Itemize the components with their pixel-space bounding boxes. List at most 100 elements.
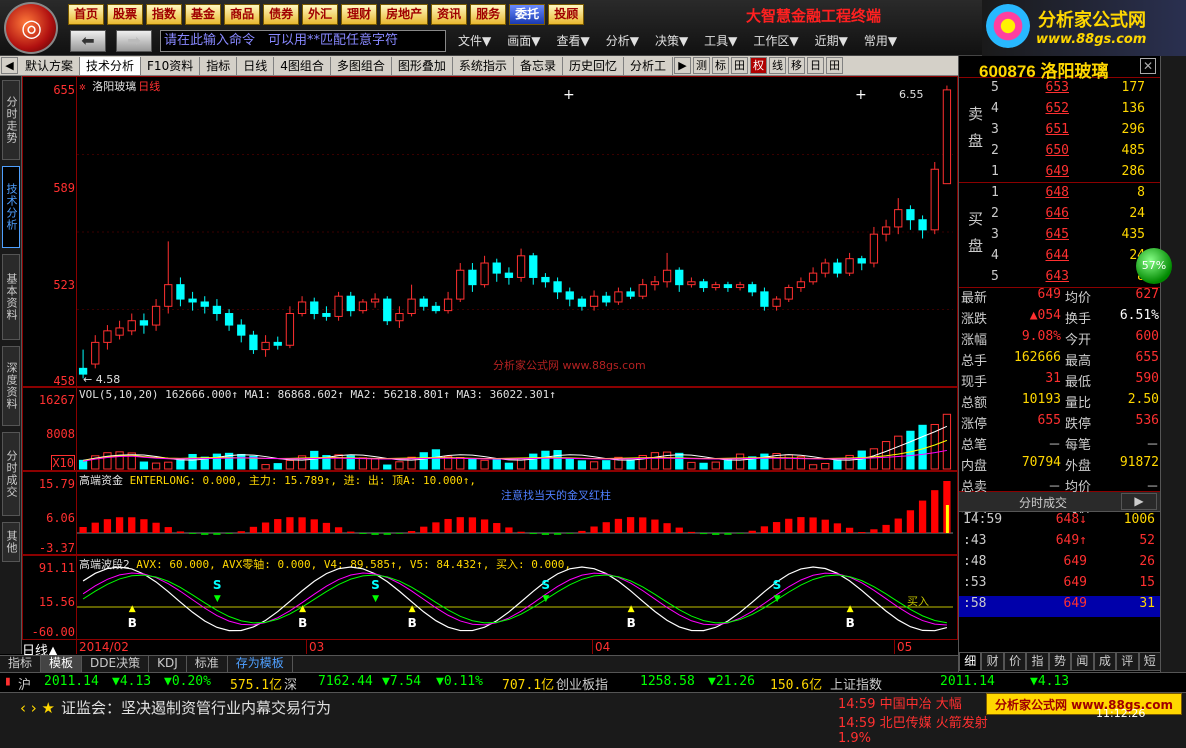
toolbar-item[interactable]: 备忘录 bbox=[514, 56, 563, 75]
tick-row[interactable]: :43 649↑ 52 bbox=[959, 533, 1160, 554]
nav-button[interactable]: 股票 bbox=[107, 4, 144, 25]
nav-button[interactable]: 房地产 bbox=[380, 4, 429, 25]
nav-button[interactable]: 资讯 bbox=[431, 4, 468, 25]
fund-plot[interactable] bbox=[77, 471, 957, 555]
wave-plot[interactable]: B ▲ B ▲ B ▲ B ▲ B ▲ S ▼ S ▼ S ▼ S ▼ bbox=[77, 555, 957, 639]
toolbar-item[interactable]: 多图组合 bbox=[331, 56, 392, 75]
nav-button[interactable]: 债券 bbox=[263, 4, 300, 25]
toolbar-icon[interactable]: 测 bbox=[692, 57, 710, 74]
toolbar-icon[interactable]: 日 bbox=[806, 57, 824, 74]
toolbar-item[interactable]: 默认方案 bbox=[19, 56, 81, 75]
menu-item[interactable]: 工具▼ bbox=[696, 32, 745, 49]
order-price[interactable]: 648 bbox=[1019, 185, 1069, 200]
menu-item[interactable]: 分析▼ bbox=[598, 32, 647, 49]
tick-row[interactable]: 14:59 648↓ 1006 bbox=[959, 512, 1160, 533]
toolbar-item[interactable]: 系统指示 bbox=[453, 56, 514, 75]
toolbar-icon[interactable]: 标 bbox=[711, 57, 729, 74]
menu-item[interactable]: 画面▼ bbox=[499, 32, 548, 49]
order-price[interactable]: 650 bbox=[1019, 143, 1069, 158]
right-scrollbar[interactable] bbox=[1160, 56, 1186, 676]
right-tab[interactable]: 短 bbox=[1138, 652, 1161, 671]
toolbar-item[interactable]: 4图组合 bbox=[274, 56, 331, 75]
right-tab[interactable]: 价 bbox=[1003, 652, 1027, 671]
left-tab[interactable]: 分时走势 bbox=[2, 80, 20, 160]
alert-item[interactable]: 14:59 北巴传媒 火箭发射 1.9% bbox=[838, 712, 1018, 746]
right-tab[interactable]: 势 bbox=[1048, 652, 1072, 671]
nav-button[interactable]: 委托 bbox=[509, 4, 546, 25]
forward-button[interactable]: ➡ bbox=[116, 30, 152, 52]
toolbar-item[interactable]: 历史回忆 bbox=[563, 56, 624, 75]
fund-pane[interactable]: 15.79 6.06 -3.37 高端资金 ENTERLONG: 0.000, … bbox=[22, 470, 958, 556]
tick-row[interactable]: :53 649 15 bbox=[959, 575, 1160, 596]
left-tab[interactable]: 基本资料 bbox=[2, 254, 20, 340]
menu-item[interactable]: 文件▼ bbox=[450, 32, 499, 49]
nav-button[interactable]: 商品 bbox=[224, 4, 261, 25]
order-price[interactable]: 643 bbox=[1019, 269, 1069, 284]
ticks-detail-button[interactable]: ▶细 bbox=[1121, 493, 1186, 510]
toolbar-item[interactable]: F10资料 bbox=[141, 56, 201, 75]
tick-row[interactable]: :48 649 26 bbox=[959, 554, 1160, 575]
menu-item[interactable]: 常用▼ bbox=[856, 32, 905, 49]
menu-item[interactable]: 决策▼ bbox=[647, 32, 696, 49]
volume-pane[interactable]: 16267 8008 X10 VOL(5,10,20) 162666.000↑ … bbox=[22, 386, 958, 472]
menu-item[interactable]: 查看▼ bbox=[548, 32, 597, 49]
bottom-tab[interactable]: 模板 bbox=[41, 656, 83, 672]
order-price[interactable]: 651 bbox=[1019, 122, 1069, 137]
toolbar-icon[interactable]: 权 bbox=[749, 57, 767, 74]
gauge-badge[interactable]: 57% bbox=[1136, 248, 1172, 284]
nav-button[interactable]: 理财 bbox=[341, 4, 378, 25]
wave-pane[interactable]: 91.11 15.56 -60.00 高端波段2 AVX: 60.000, AV… bbox=[22, 554, 958, 640]
order-price[interactable]: 653 bbox=[1019, 80, 1069, 95]
nav-button[interactable]: 服务 bbox=[470, 4, 507, 25]
nav-button[interactable]: 投顾 bbox=[548, 4, 585, 25]
order-price[interactable]: 645 bbox=[1019, 227, 1069, 242]
volume-plot[interactable] bbox=[77, 387, 957, 471]
nav-button[interactable]: 首页 bbox=[68, 4, 105, 25]
toolbar-icon[interactable]: 田 bbox=[825, 57, 843, 74]
left-tab[interactable]: 深度资料 bbox=[2, 346, 20, 426]
right-tab[interactable]: 评 bbox=[1116, 652, 1139, 671]
left-tab[interactable]: 其他 bbox=[2, 522, 20, 562]
order-price[interactable]: 646 bbox=[1019, 206, 1069, 221]
menu-item[interactable]: 近期▼ bbox=[807, 32, 856, 49]
toolbar-item[interactable]: 技术分析 bbox=[80, 56, 142, 75]
right-tab[interactable]: 闻 bbox=[1071, 652, 1094, 671]
back-button[interactable]: ⬅ bbox=[70, 30, 106, 52]
toolbar-item[interactable]: 指标 bbox=[200, 56, 238, 75]
bottom-tab[interactable]: KDJ bbox=[149, 656, 187, 672]
toolbar-left-arrow-icon[interactable]: ◀ bbox=[1, 57, 18, 74]
price-pane[interactable]: 655 589 523 458 ✲ 洛阳玻璃 日线 + + 6.55 ← 4.58 … bbox=[22, 76, 958, 388]
nav-button[interactable]: 指数 bbox=[146, 4, 183, 25]
news-nav-icon[interactable]: ‹ › ★ bbox=[20, 699, 55, 717]
bottom-tab[interactable]: 指标 bbox=[0, 656, 42, 672]
app-logo-icon[interactable]: ◎ bbox=[4, 2, 58, 54]
order-price[interactable]: 652 bbox=[1019, 101, 1069, 116]
kline-chart[interactable]: 655 589 523 458 ✲ 洛阳玻璃 日线 + + 6.55 ← 4.58 … bbox=[22, 76, 958, 654]
bottom-tab[interactable]: 标准 bbox=[187, 656, 228, 672]
right-tab[interactable]: 指 bbox=[1026, 652, 1049, 671]
command-input[interactable]: 请在此输入命令 可以用**匹配任意字符 bbox=[160, 30, 446, 52]
left-tab[interactable]: 技术分析 bbox=[2, 166, 20, 248]
tick-row[interactable]: :58 649 31 bbox=[959, 596, 1160, 617]
toolbar-icon[interactable]: 移 bbox=[787, 57, 805, 74]
news-ticker[interactable]: ‹ › ★ 证监会：坚决遏制资管行业内幕交易行为 bbox=[20, 697, 820, 721]
nav-button[interactable]: 外汇 bbox=[302, 4, 339, 25]
news-headline[interactable]: 证监会：坚决遏制资管行业内幕交易行为 bbox=[61, 699, 331, 717]
toolbar-item[interactable]: 日线 bbox=[237, 56, 275, 75]
right-tab[interactable]: 财 bbox=[981, 652, 1004, 671]
bottom-tab[interactable]: DDE决策 bbox=[82, 656, 150, 672]
bottom-tab[interactable]: 存为模板 bbox=[228, 656, 293, 672]
nav-button[interactable]: 基金 bbox=[185, 4, 222, 25]
order-price[interactable]: 649 bbox=[1019, 164, 1069, 179]
candlestick-plot[interactable]: + + bbox=[77, 77, 957, 387]
order-price[interactable]: 644 bbox=[1019, 248, 1069, 263]
toolbar-right-arrow-icon[interactable]: ▶ bbox=[673, 57, 691, 74]
toolbar-item[interactable]: 分析工 bbox=[624, 56, 673, 75]
left-tab[interactable]: 分时成交 bbox=[2, 432, 20, 516]
menu-item[interactable]: 工作区▼ bbox=[745, 32, 806, 49]
toolbar-item[interactable]: 图形叠加 bbox=[392, 56, 453, 75]
close-icon[interactable]: ✕ bbox=[1140, 58, 1156, 74]
right-tab[interactable]: 成 bbox=[1093, 652, 1117, 671]
toolbar-icon[interactable]: 田 bbox=[730, 57, 748, 74]
right-tab[interactable]: 细 bbox=[959, 652, 982, 671]
